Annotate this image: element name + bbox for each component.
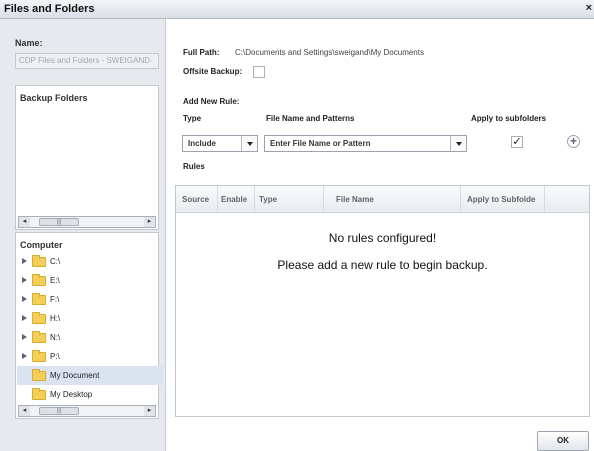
column-header-type[interactable]: Type — [259, 195, 319, 204]
tree-item-label: N:\ — [50, 333, 61, 342]
computer-scrollbar[interactable]: ◂ ||| ▸ — [18, 405, 156, 417]
column-header-file-name[interactable]: File Name — [336, 195, 456, 204]
rules-table: Source Enable Type File Name Apply to Su… — [175, 185, 590, 417]
computer-panel: Computer C:\ E:\ F:\ H:\ N:\ P:\ My Docu… — [15, 232, 163, 419]
chevron-right-icon[interactable] — [22, 315, 27, 321]
column-header-enable[interactable]: Enable — [221, 195, 255, 204]
tree-item-label: F:\ — [50, 295, 60, 304]
chevron-right-icon[interactable] — [22, 277, 27, 283]
empty-message-title: No rules configured! — [328, 231, 437, 245]
column-divider — [544, 186, 545, 213]
pattern-column-label: File Name and Patterns — [266, 114, 355, 123]
empty-message-hint: Please add a new rule to begin backup. — [277, 258, 488, 272]
folder-icon — [32, 369, 46, 381]
folder-icon — [32, 312, 46, 324]
scroll-thumb[interactable]: ||| — [39, 218, 79, 226]
tree-item-label: H:\ — [50, 314, 61, 323]
chevron-right-icon[interactable] — [22, 334, 27, 340]
offsite-backup-checkbox[interactable] — [253, 66, 265, 78]
scroll-thumb[interactable]: ||| — [39, 407, 79, 415]
plus-circle-icon[interactable]: + — [567, 135, 580, 148]
chevron-down-icon[interactable] — [241, 136, 257, 151]
scroll-right-icon[interactable]: ▸ — [144, 406, 155, 416]
tree-item-h-drive[interactable]: H:\ — [17, 309, 163, 328]
tree-item-n-drive[interactable]: N:\ — [17, 328, 163, 347]
column-header-apply-subfolders[interactable]: Apply to Subfolde — [467, 195, 543, 204]
rule-type-select[interactable]: Include — [182, 135, 258, 152]
column-divider — [323, 186, 324, 213]
column-divider — [217, 186, 218, 213]
column-divider — [254, 186, 255, 213]
rule-type-value: Include — [188, 139, 217, 148]
scroll-right-icon[interactable]: ▸ — [144, 217, 155, 227]
tree-item-my-desktop[interactable]: My Desktop — [17, 385, 163, 404]
apply-subfolders-checkbox[interactable]: ✓ — [511, 136, 523, 148]
tree-item-label: P:\ — [50, 352, 60, 361]
chevron-right-icon[interactable] — [22, 353, 27, 359]
full-path-label: Full Path: — [183, 48, 220, 57]
chevron-right-icon[interactable] — [22, 296, 27, 302]
rules-label: Rules — [183, 162, 205, 171]
title-bar: Files and Folders × — [0, 0, 594, 19]
tree-item-my-document[interactable]: My Document — [17, 366, 163, 385]
chevron-down-icon[interactable] — [450, 136, 466, 151]
name-label: Name: — [15, 38, 43, 48]
folder-icon — [32, 255, 46, 267]
tree-item-f-drive[interactable]: F:\ — [17, 290, 163, 309]
backup-folders-scrollbar[interactable]: ◂ ||| ▸ — [18, 216, 156, 228]
folder-icon — [32, 331, 46, 343]
folder-icon — [32, 350, 46, 362]
tree-item-label: My Document — [50, 371, 100, 380]
tree-item-e-drive[interactable]: E:\ — [17, 271, 163, 290]
scroll-left-icon[interactable]: ◂ — [19, 217, 30, 227]
column-header-source[interactable]: Source — [182, 195, 218, 204]
offsite-backup-label: Offsite Backup: — [183, 67, 243, 76]
tree-item-label: My Desktop — [50, 390, 93, 399]
window-title: Files and Folders — [4, 3, 95, 15]
backup-folders-label: Backup Folders — [20, 93, 88, 103]
folder-icon — [32, 388, 46, 400]
full-path-value: C:\Documents and Settings\sweigand\My Do… — [235, 48, 424, 57]
add-new-rule-label: Add New Rule: — [183, 97, 240, 106]
pattern-placeholder: Enter File Name or Pattern — [270, 139, 371, 148]
pattern-input[interactable]: Enter File Name or Pattern — [264, 135, 467, 152]
scroll-left-icon[interactable]: ◂ — [19, 406, 30, 416]
folder-icon — [32, 274, 46, 286]
column-divider — [460, 186, 461, 213]
close-icon[interactable]: × — [586, 2, 592, 14]
tree-item-c-drive[interactable]: C:\ — [17, 252, 163, 271]
apply-subfolders-label: Apply to subfolders — [471, 114, 547, 123]
name-field[interactable]: CDP Files and Folders - SWEIGAND- — [15, 53, 159, 69]
rules-table-header: Source Enable Type File Name Apply to Su… — [176, 186, 589, 213]
computer-label: Computer — [20, 240, 63, 250]
type-column-label: Type — [183, 114, 202, 123]
ok-button[interactable]: OK — [537, 431, 589, 451]
backup-folders-panel: Backup Folders ◂ ||| ▸ — [15, 85, 159, 230]
chevron-right-icon[interactable] — [22, 258, 27, 264]
tree-item-p-drive[interactable]: P:\ — [17, 347, 163, 366]
folder-icon — [32, 293, 46, 305]
tree-item-label: C:\ — [50, 257, 61, 266]
tree-item-label: E:\ — [50, 276, 60, 285]
